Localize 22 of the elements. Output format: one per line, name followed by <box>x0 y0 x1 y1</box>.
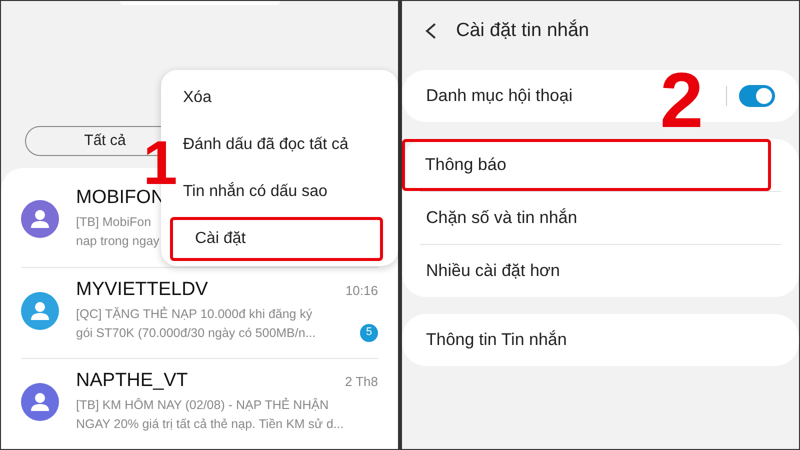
step-number: 2 <box>660 61 704 139</box>
settings-item[interactable]: Nhiều cài đặt hơn <box>426 261 560 280</box>
settings-item[interactable]: Chặn số và tin nhắn <box>426 208 578 228</box>
message-preview: [TB] KM HÔM NAY (02/08) - NẠP THẺ NHẬN <box>76 396 329 414</box>
unread-badge: 5 <box>360 324 378 342</box>
menu-item[interactable]: Cài đặt <box>170 216 383 260</box>
back-icon[interactable] <box>424 22 438 40</box>
message-time: 2 Th8 <box>344 372 378 390</box>
message-preview: gói ST70K (70.000đ/30 ngày có 500MB/n... <box>76 324 316 342</box>
settings-item[interactable]: Thông báo <box>425 155 506 174</box>
message-preview: nap trong ngay <box>76 232 160 250</box>
screen-title: Cài đặt tin nhắn <box>456 18 590 43</box>
message-preview: NGAY 20% giá trị tất cả thẻ nạp. Tiền KM sử d... <box>76 416 344 433</box>
menu-item[interactable]: Xóa <box>161 76 398 120</box>
settings-item[interactable]: Danh mục hội thoại <box>426 86 572 106</box>
settings-item[interactable]: Thông tin Tin nhắn <box>426 330 567 350</box>
message-preview: [TB] MobiFon <box>76 214 152 231</box>
contact-name: NAPTHE_VT <box>76 369 188 393</box>
message-time: 10:16 <box>345 282 378 300</box>
message-preview: [QC] TẶNG THẺ NẠP 10.000đ khi đăng ký <box>76 306 312 323</box>
toggle-switch[interactable] <box>739 85 775 107</box>
contact-name: MYVIETTELDV <box>76 278 208 302</box>
